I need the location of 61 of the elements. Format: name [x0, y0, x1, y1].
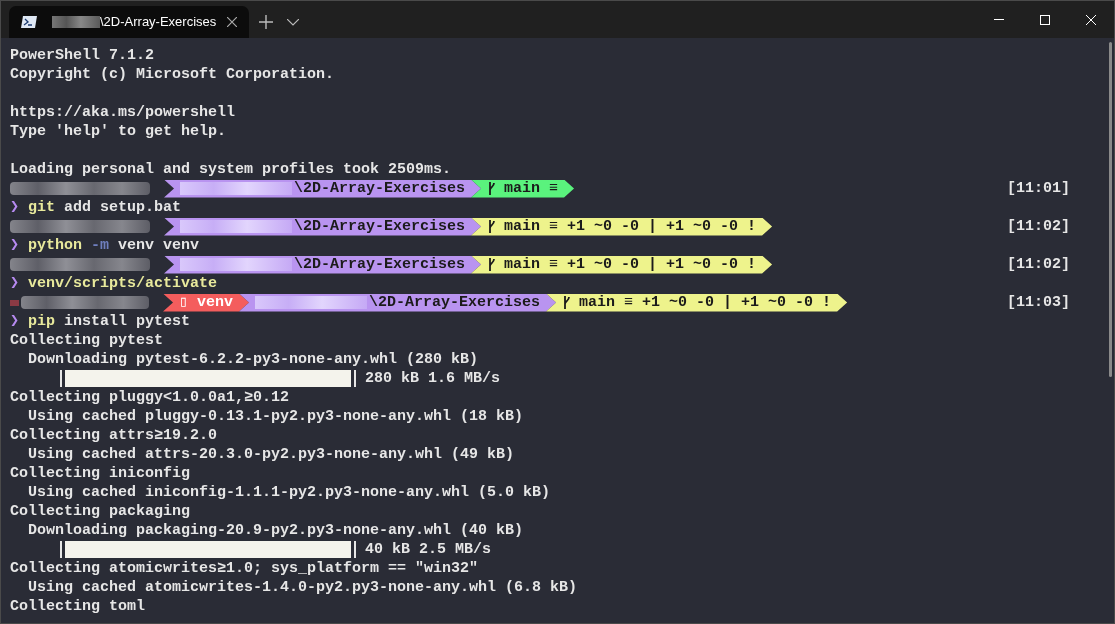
prompt-symbol: ❯: [10, 312, 20, 331]
git-status-text: main ≡ +1 ~0 -0 | +1 ~0 -0 !: [579, 293, 832, 312]
branch-icon: [562, 295, 572, 310]
output-line: Using cached attrs-20.3.0-py2.py3-none-any.whl (49 kB): [27, 445, 515, 464]
prompt-symbol: ❯: [10, 198, 20, 217]
tab-title: \2D-Array-Exercises: [100, 13, 217, 32]
path-text: \2D-Array-Exercises: [369, 293, 541, 312]
git-status-text: main ≡: [504, 179, 559, 198]
time-label: [11:02]: [1007, 217, 1070, 236]
output-line: Type 'help' to get help.: [10, 122, 227, 141]
prompt-symbol: ❯: [10, 236, 20, 255]
output-line: Using cached iniconfig-1.1.1-py2.py3-none-any.whl (5.0 kB): [27, 483, 551, 502]
prompt-symbol: ❯: [10, 274, 20, 293]
output-line: Using cached pluggy-0.13.1-py2.py3-none-any.whl (18 kB): [27, 407, 524, 426]
command-text: python: [28, 236, 83, 255]
venv-text: ▯ venv: [179, 293, 234, 312]
minimize-icon: [994, 19, 1004, 20]
git-status-text: main ≡ +1 ~0 -0 | +1 ~0 -0 !: [504, 255, 757, 274]
dropdown-icon[interactable]: [287, 18, 299, 26]
output-line: Collecting attrs≥19.2.0: [10, 426, 218, 445]
git-status-text: main ≡ +1 ~0 -0 | +1 ~0 -0 !: [504, 217, 757, 236]
output-line: Collecting packaging: [10, 502, 191, 521]
command-text: add setup.bat: [64, 198, 182, 217]
output-line: Loading personal and system profiles took 2509ms.: [10, 160, 452, 179]
maximize-icon: [1040, 14, 1050, 25]
time-label: [11:01]: [1007, 179, 1070, 198]
output-line: Collecting toml: [10, 597, 146, 616]
progress-reading: 40 kB 2.5 MB/s: [365, 540, 492, 559]
output-line: Downloading pytest-6.2.2-py3-none-any.whl (280 kB): [27, 350, 479, 369]
path-text: \2D-Array-Exercises: [294, 179, 466, 198]
output-line: Copyright (c) Microsoft Corporation.: [10, 65, 335, 84]
command-text: install pytest: [64, 312, 191, 331]
path-text: \2D-Array-Exercises: [294, 255, 466, 274]
command-text: pip: [28, 312, 56, 331]
output-line: PowerShell 7.1.2: [10, 46, 155, 65]
status-marker: [10, 299, 19, 306]
path-text: \2D-Array-Exercises: [294, 217, 466, 236]
branch-icon: [487, 219, 497, 234]
output-line: Collecting pluggy<1.0.0a1,≥0.12: [10, 388, 290, 407]
output-line: Collecting pytest: [10, 331, 164, 350]
command-text: -m: [91, 236, 110, 255]
close-icon: [1086, 14, 1096, 25]
scrollbar[interactable]: [1109, 42, 1112, 377]
time-label: [11:03]: [1007, 293, 1070, 312]
progress-reading: 280 kB 1.6 MB/s: [365, 369, 501, 388]
powershell-icon: [21, 16, 37, 28]
output-line: Downloading packaging-20.9-py2.py3-none-any.whl (40 kB): [27, 521, 524, 540]
branch-icon: [487, 257, 497, 272]
time-label: [11:02]: [1007, 255, 1070, 274]
output-line: Using cached atomicwrites-1.4.0-py2.py3-none-any.whl (6.8 kB): [27, 578, 578, 597]
branch-icon: [487, 181, 497, 196]
new-tab-icon[interactable]: [259, 15, 273, 29]
close-icon[interactable]: [227, 17, 237, 27]
command-text: venv venv: [118, 236, 200, 255]
blurred-text: [52, 16, 100, 28]
output-line: Collecting atomicwrites≥1.0; sys_platform == "win32": [10, 559, 479, 578]
terminal-tab[interactable]: \2D-Array-Exercises: [9, 6, 249, 38]
output-line: https://aka.ms/powershell: [10, 103, 236, 122]
command-text: git: [28, 198, 56, 217]
output-line: Collecting iniconfig: [10, 464, 191, 483]
command-text: venv/scripts/activate: [28, 274, 218, 293]
